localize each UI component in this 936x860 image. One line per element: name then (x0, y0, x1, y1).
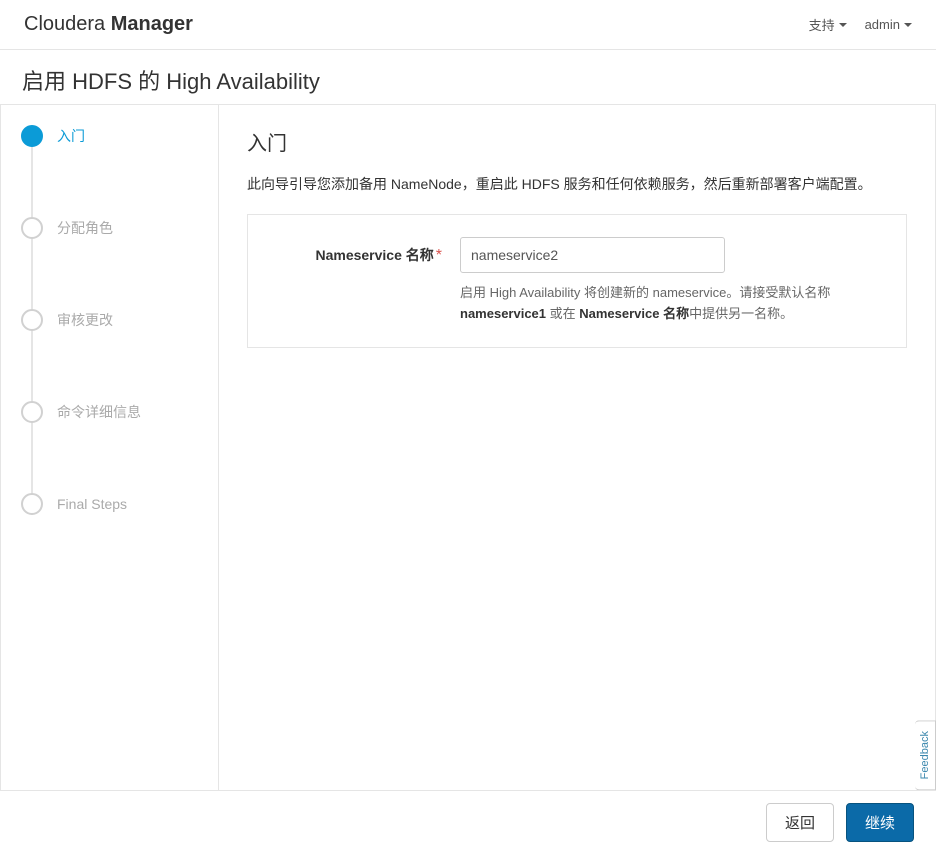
wizard-sidebar: 入门 分配角色 审核更改 命令详细信息 Final Steps (1, 105, 219, 804)
step-assign-roles[interactable]: 分配角色 (21, 217, 206, 239)
help-text: 启用 High Availability 将创建新的 nameservice。请… (460, 283, 882, 325)
main-panel: 入门 此向导引导您添加备用 NameNode，重启此 HDFS 服务和任何依赖服… (219, 105, 935, 804)
nameservice-input[interactable] (460, 237, 725, 273)
help-prefix: 启用 High Availability 将创建新的 nameservice。请… (460, 285, 830, 300)
top-nav: 支持 admin (809, 15, 912, 34)
page-title: 启用 HDFS 的 High Availability (22, 64, 914, 96)
form-label-col: Nameservice 名称* (272, 237, 442, 265)
step-label: 命令详细信息 (57, 402, 141, 422)
caret-down-icon (839, 23, 847, 27)
intro-text: 此向导引导您添加备用 NameNode，重启此 HDFS 服务和任何依赖服务，然… (247, 174, 907, 194)
step-label: 审核更改 (57, 310, 113, 330)
brand-logo: Cloudera Manager (24, 13, 193, 36)
support-menu[interactable]: 支持 (809, 15, 847, 34)
step-final[interactable]: Final Steps (21, 493, 206, 515)
step-circle-icon (21, 309, 43, 331)
page-title-bar: 启用 HDFS 的 High Availability (0, 50, 936, 105)
nameservice-row: Nameservice 名称* 启用 High Availability 将创建… (272, 237, 882, 325)
continue-button[interactable]: 继续 (846, 803, 914, 842)
section-title: 入门 (247, 127, 907, 156)
brand-light: Cloudera (24, 13, 111, 35)
user-menu[interactable]: admin (865, 17, 912, 32)
form-input-col: 启用 High Availability 将创建新的 nameservice。请… (460, 237, 882, 325)
required-asterisk-icon: * (436, 247, 442, 264)
help-suffix: 中提供另一名称。 (689, 306, 793, 321)
step-label: 入门 (57, 126, 85, 146)
wizard-footer: 返回 继续 (0, 790, 936, 860)
wizard-steps: 入门 分配角色 审核更改 命令详细信息 Final Steps (21, 125, 206, 515)
user-label: admin (865, 17, 900, 32)
step-getting-started[interactable]: 入门 (21, 125, 206, 147)
topbar: Cloudera Manager 支持 admin (0, 0, 936, 50)
content-wrap: 入门 分配角色 审核更改 命令详细信息 Final Steps 入门 此向导引导… (0, 105, 936, 805)
form-box: Nameservice 名称* 启用 High Availability 将创建… (247, 214, 907, 348)
help-mid: 或在 (546, 306, 579, 321)
step-command-details[interactable]: 命令详细信息 (21, 401, 206, 423)
help-bold-label: Nameservice 名称 (579, 306, 689, 321)
brand-bold: Manager (111, 13, 193, 35)
step-circle-icon (21, 217, 43, 239)
step-circle-icon (21, 401, 43, 423)
step-label: Final Steps (57, 496, 127, 512)
step-circle-icon (21, 493, 43, 515)
support-label: 支持 (809, 15, 835, 34)
step-circle-icon (21, 125, 43, 147)
nameservice-label: Nameservice 名称 (315, 247, 433, 263)
feedback-tab[interactable]: Feedback (915, 720, 936, 790)
step-label: 分配角色 (57, 218, 113, 238)
step-review-changes[interactable]: 审核更改 (21, 309, 206, 331)
caret-down-icon (904, 23, 912, 27)
help-bold-nameservice1: nameservice1 (460, 306, 546, 321)
back-button[interactable]: 返回 (766, 803, 834, 842)
